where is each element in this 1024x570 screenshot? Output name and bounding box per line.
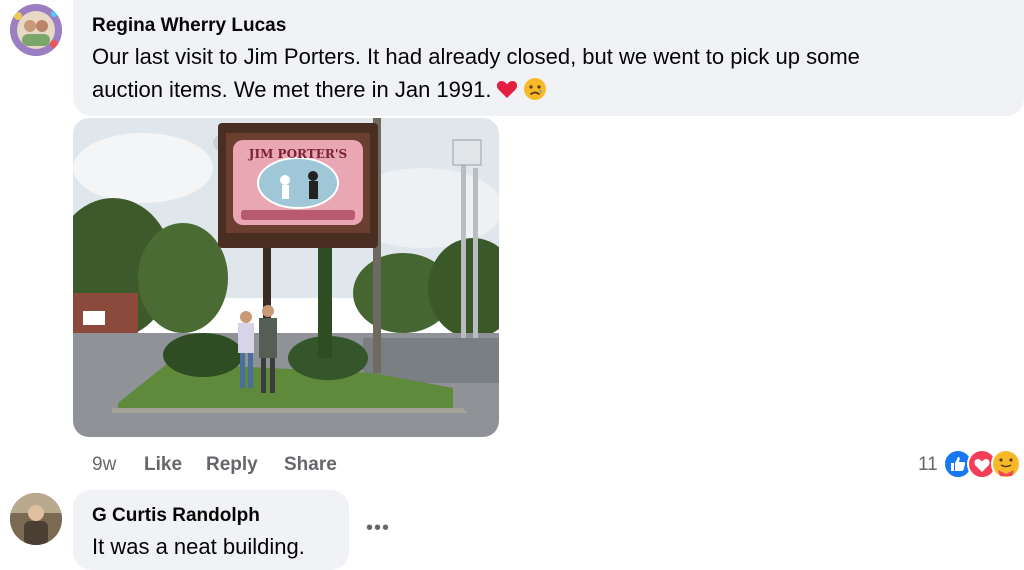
red-heart-icon: [497, 81, 518, 98]
comment-author[interactable]: G Curtis Randolph: [92, 505, 260, 527]
comment-text-line: Our last visit to Jim Porters. It had al…: [92, 44, 860, 69]
comment-time[interactable]: 9w: [92, 454, 116, 476]
comment-author[interactable]: Regina Wherry Lucas: [92, 15, 286, 37]
comment-text: Our last visit to Jim Porters. It had al…: [92, 40, 1002, 106]
sad-tear-icon: [524, 78, 547, 100]
share-button[interactable]: Share: [284, 454, 337, 476]
comment-text-line: auction items. We met there in Jan 1991.: [92, 77, 492, 102]
sign-text: JIM PORTER'S: [248, 147, 347, 161]
comment-photo[interactable]: JIM PORTER'S: [73, 118, 499, 437]
reaction-count[interactable]: 11: [918, 454, 938, 476]
avatar-image: [10, 493, 62, 545]
avatar[interactable]: [10, 4, 62, 56]
comment-text-line-2: auction items. We met there in Jan 1991.: [92, 73, 1002, 106]
reply-button[interactable]: Reply: [206, 454, 258, 476]
comment-text: It was a neat building.: [92, 534, 305, 559]
avatar[interactable]: [10, 493, 62, 545]
more-options-icon[interactable]: •••: [366, 518, 394, 538]
reactions-summary[interactable]: [942, 448, 1024, 480]
photo-image: JIM PORTER'S: [73, 118, 499, 437]
like-button[interactable]: Like: [144, 454, 182, 476]
avatar-image: [10, 4, 62, 56]
care-reaction-icon: [991, 449, 1021, 479]
